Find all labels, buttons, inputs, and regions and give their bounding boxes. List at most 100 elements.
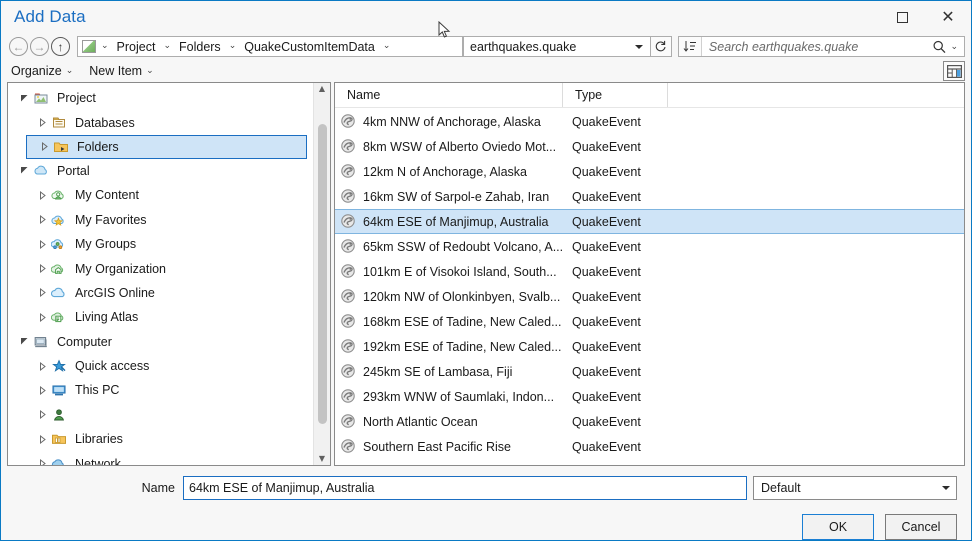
expander-collapsed-icon[interactable] [34, 240, 50, 249]
tree-item-my-organization[interactable]: My Organization [8, 256, 313, 280]
expander-collapsed-icon[interactable] [34, 459, 50, 465]
column-header-name[interactable]: Name [335, 83, 563, 107]
tree-item-network[interactable]: Network [8, 451, 313, 465]
table-row[interactable]: 168km ESE of Tadine, New Caled...QuakeEv… [335, 309, 964, 334]
quake-event-icon [340, 288, 356, 304]
search-input[interactable] [702, 39, 933, 55]
magnifier-icon[interactable] [932, 40, 947, 54]
chevron-down-icon[interactable] [942, 486, 950, 490]
search-box[interactable]: ⌄ [678, 36, 965, 57]
tree-item-arcgis-online[interactable]: ArcGIS Online [8, 281, 313, 305]
expander-collapsed-icon[interactable] [34, 362, 50, 371]
expander-collapsed-icon[interactable] [34, 191, 50, 200]
table-row[interactable]: 16km SW of Sarpol-e Zahab, IranQuakeEven… [335, 184, 964, 209]
home-folder-icon[interactable] [82, 40, 96, 53]
chevron-down-icon[interactable]: ⌄ [225, 42, 241, 51]
breadcrumb-item-project[interactable]: Project [113, 40, 160, 54]
tree-item-project[interactable]: Project [8, 86, 313, 110]
my-content-icon [51, 187, 67, 203]
expander-expanded-icon[interactable] [16, 337, 32, 346]
cancel-button[interactable]: Cancel [885, 514, 957, 540]
type-dropdown[interactable]: Default [753, 476, 957, 500]
expander-collapsed-icon[interactable] [34, 215, 50, 224]
chevron-down-icon[interactable]: ⌄ [379, 42, 395, 51]
expander-collapsed-icon[interactable] [36, 142, 52, 151]
expander-expanded-icon[interactable] [16, 94, 32, 103]
tree-item-my-content[interactable]: My Content [8, 183, 313, 207]
libraries-icon [50, 431, 68, 447]
table-row[interactable]: 64km ESE of Manjimup, Australia QuakeEven… [335, 209, 964, 234]
up-arrow-icon[interactable]: ↑ [51, 37, 70, 56]
expander-collapsed-icon[interactable] [34, 410, 50, 419]
table-row[interactable]: North Atlantic OceanQuakeEvent [335, 409, 964, 434]
row-type-label: QuakeEvent [568, 215, 641, 229]
tree-item-this-pc[interactable]: This PC [8, 378, 313, 402]
back-arrow-icon[interactable]: ← [9, 37, 28, 56]
table-row[interactable]: Southern East Pacific RiseQuakeEvent [335, 434, 964, 459]
tree-item-folders[interactable]: Folders [26, 135, 307, 159]
row-name-label: 64km ESE of Manjimup, Australia [363, 215, 549, 229]
chevron-down-icon[interactable]: ⌄ [142, 67, 158, 76]
name-input[interactable] [183, 476, 747, 500]
table-row[interactable]: 245km SE of Lambasa, FijiQuakeEvent [335, 359, 964, 384]
scrollbar-thumb[interactable] [318, 124, 327, 424]
org-cloud-icon [51, 261, 67, 277]
tree-item-user[interactable] [8, 403, 313, 427]
chevron-down-icon[interactable]: ⌄ [950, 42, 964, 52]
ok-button[interactable]: OK [802, 514, 874, 540]
tree-item-quick-access[interactable]: Quick access [8, 354, 313, 378]
path-combobox[interactable]: earthquakes.quake [463, 36, 651, 57]
row-name-label: 65km SSW of Redoubt Volcano, A... [363, 240, 563, 254]
refresh-button[interactable] [651, 36, 672, 57]
database-icon [51, 115, 67, 131]
chevron-down-icon[interactable]: ⌄ [62, 67, 78, 76]
quake-event-icon [340, 363, 356, 379]
table-row[interactable]: 65km SSW of Redoubt Volcano, A...QuakeEv… [335, 234, 964, 259]
chevron-down-icon[interactable] [635, 45, 643, 49]
chevron-up-icon[interactable]: ▲ [319, 85, 325, 93]
chevron-down-icon[interactable]: ▼ [319, 455, 325, 463]
tree-scrollbar[interactable]: ▲ ▼ [313, 83, 330, 465]
organize-menu[interactable]: Organize ⌄ [11, 64, 77, 78]
tree-item-libraries[interactable]: Libraries [8, 427, 313, 451]
breadcrumb-item-quakecustomitemdata[interactable]: QuakeCustomItemData [240, 40, 379, 54]
table-row[interactable]: 192km ESE of Tadine, New Caled...QuakeEv… [335, 334, 964, 359]
tree-list: ProjectDatabasesFoldersPortalMy ContentM… [8, 83, 313, 465]
table-row[interactable]: 293km WNW of Saumlaki, Indon...QuakeEven… [335, 384, 964, 409]
breadcrumb-item-folders[interactable]: Folders [175, 40, 225, 54]
table-row[interactable]: 4km NNW of Anchorage, AlaskaQuakeEvent [335, 109, 964, 134]
maximize-button[interactable] [879, 1, 925, 33]
tree-item-databases[interactable]: Databases [8, 110, 313, 134]
table-row[interactable]: 120km NW of Olonkinbyen, Svalb...QuakeEv… [335, 284, 964, 309]
expander-collapsed-icon[interactable] [34, 118, 50, 127]
project-icon [33, 90, 49, 106]
expander-collapsed-icon[interactable] [34, 386, 50, 395]
close-button[interactable]: ✕ [925, 1, 971, 33]
chevron-down-icon[interactable]: ⌄ [159, 42, 175, 51]
tree-item-portal[interactable]: Portal [8, 159, 313, 183]
expander-expanded-icon[interactable] [16, 166, 32, 175]
tree-item-my-groups[interactable]: My Groups [8, 232, 313, 256]
column-header-type[interactable]: Type [563, 83, 668, 107]
expander-collapsed-icon[interactable] [34, 288, 50, 297]
row-name-cell: 192km ESE of Tadine, New Caled... [340, 338, 568, 355]
forward-arrow-icon[interactable]: → [30, 37, 49, 56]
tree-panel: ProjectDatabasesFoldersPortalMy ContentM… [7, 82, 331, 466]
tree-item-my-favorites[interactable]: My Favorites [8, 208, 313, 232]
expander-collapsed-icon[interactable] [34, 313, 50, 322]
tree-item-computer[interactable]: Computer [8, 330, 313, 354]
row-name-label: 8km WSW of Alberto Oviedo Mot... [363, 140, 556, 154]
table-row[interactable]: 8km WSW of Alberto Oviedo Mot... QuakeEve… [335, 134, 964, 159]
table-row[interactable]: 101km E of Visokoi Island, South...Quake… [335, 259, 964, 284]
view-mode-button[interactable] [943, 61, 965, 81]
new-item-menu[interactable]: New Item ⌄ [89, 64, 157, 78]
quake-event-icon [340, 338, 357, 355]
table-row[interactable]: 12km N of Anchorage, AlaskaQuakeEvent [335, 159, 964, 184]
expander-collapsed-icon[interactable] [34, 264, 50, 273]
chevron-down-icon[interactable]: ⌄ [97, 42, 113, 51]
row-type-label: QuakeEvent [568, 140, 641, 154]
expander-collapsed-icon[interactable] [34, 435, 50, 444]
network-icon [50, 456, 68, 465]
tree-item-living-atlas[interactable]: Living Atlas [8, 305, 313, 329]
sort-button[interactable] [679, 37, 702, 56]
